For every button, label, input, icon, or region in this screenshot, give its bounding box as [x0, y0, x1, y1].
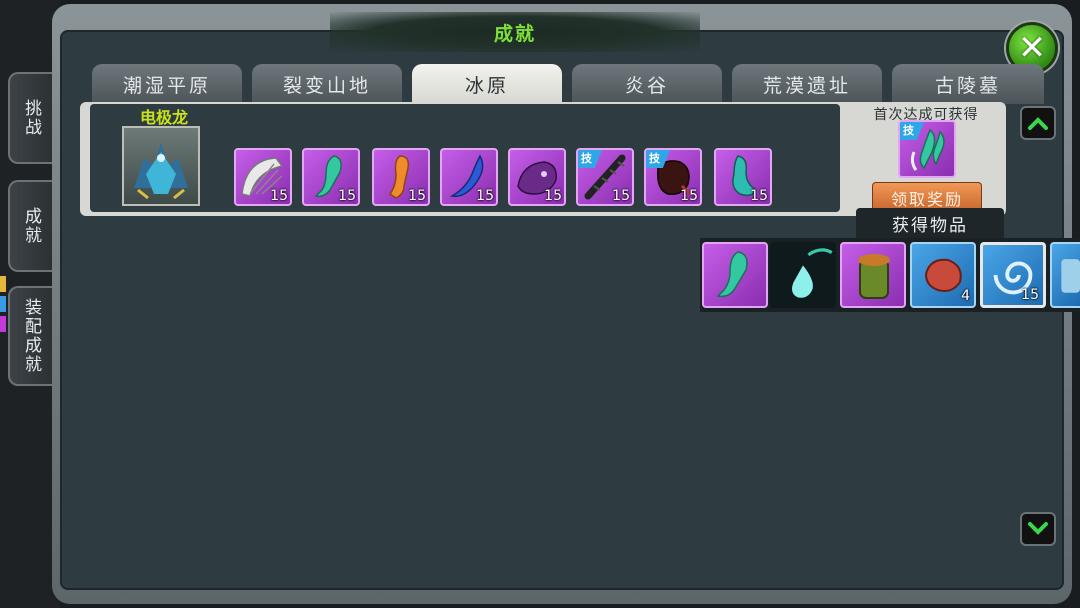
tab-desert-ruins[interactable]: 荒漠遗址 [732, 64, 882, 104]
chevron-down-icon [1028, 522, 1048, 535]
dragon-icon [134, 142, 188, 200]
material-slot[interactable]: 技 15 [576, 148, 634, 206]
obtained-item-slot[interactable]: 15 [980, 242, 1046, 308]
tab-label: 炎谷 [624, 74, 669, 97]
obtained-item-slot[interactable] [770, 242, 836, 308]
item-count: 15 [270, 188, 288, 204]
scroll-down-button[interactable] [1020, 512, 1056, 546]
monster-name: 电极龙 [139, 108, 188, 127]
material-slot[interactable]: 15 [508, 148, 566, 206]
reward-item-slot[interactable]: 技 [898, 120, 956, 178]
tab-label: 潮湿平原 [122, 74, 211, 97]
item-count: 15 [544, 188, 562, 204]
tab-label: 裂变山地 [282, 74, 371, 97]
chevron-up-icon [1028, 117, 1048, 130]
side-tab-equip-achievement[interactable]: 装配成就 [8, 286, 52, 386]
tab-wet-plain[interactable]: 潮湿平原 [92, 64, 242, 104]
tab-fission-mountain[interactable]: 裂变山地 [252, 64, 402, 104]
tab-ice-field[interactable]: 冰原 [412, 64, 562, 104]
side-tab-label: 挑战 [21, 99, 41, 137]
bottle-icon [1061, 259, 1080, 293]
item-count: 15 [680, 188, 698, 204]
green-claw-icon [716, 251, 748, 298]
side-tab-label: 成就 [21, 207, 41, 245]
scroll-up-button[interactable] [1020, 106, 1056, 140]
item-count: 15 [1021, 287, 1039, 303]
item-count: 15 [750, 188, 768, 204]
tab-ancient-tomb[interactable]: 古陵墓 [892, 64, 1044, 104]
side-marker [0, 276, 6, 292]
obtained-item-slot[interactable] [840, 242, 906, 308]
material-slot[interactable]: 15 [440, 148, 498, 206]
side-marker [0, 296, 6, 312]
side-tab-label: 装配成就 [21, 298, 41, 374]
item-count: 15 [612, 188, 630, 204]
window-title: 成就 [493, 22, 536, 45]
side-marker [0, 316, 6, 332]
item-count: 15 [408, 188, 426, 204]
material-slot[interactable]: 15 [372, 148, 430, 206]
side-tab-achievement[interactable]: 成就 [8, 180, 52, 272]
tab-label: 古陵墓 [934, 74, 1001, 97]
jar-icon [858, 254, 890, 299]
material-slot[interactable]: 15 [714, 148, 772, 206]
tab-label: 冰原 [464, 74, 509, 97]
side-tab-challenge[interactable]: 挑战 [8, 72, 52, 164]
tab-label: 荒漠遗址 [762, 74, 851, 97]
material-slot[interactable]: 15 [302, 148, 360, 206]
obtained-item-slot[interactable] [702, 242, 768, 308]
item-count: 15 [338, 188, 356, 204]
tab-flame-valley[interactable]: 炎谷 [572, 64, 722, 104]
obtained-item-slot[interactable] [1050, 242, 1080, 308]
water-drop-icon [792, 248, 833, 298]
item-count: 15 [476, 188, 494, 204]
material-slot[interactable]: 技 15 [644, 148, 702, 206]
obtained-item-slot[interactable]: 4 [910, 242, 976, 308]
close-icon: ✕ [1017, 28, 1047, 68]
item-count: 4 [961, 288, 970, 304]
monster-portrait[interactable] [122, 126, 200, 206]
material-slot[interactable]: 15 [234, 148, 292, 206]
window-title-bar: 成就 [330, 12, 700, 52]
obtained-items-label: 获得物品 [856, 208, 1004, 238]
